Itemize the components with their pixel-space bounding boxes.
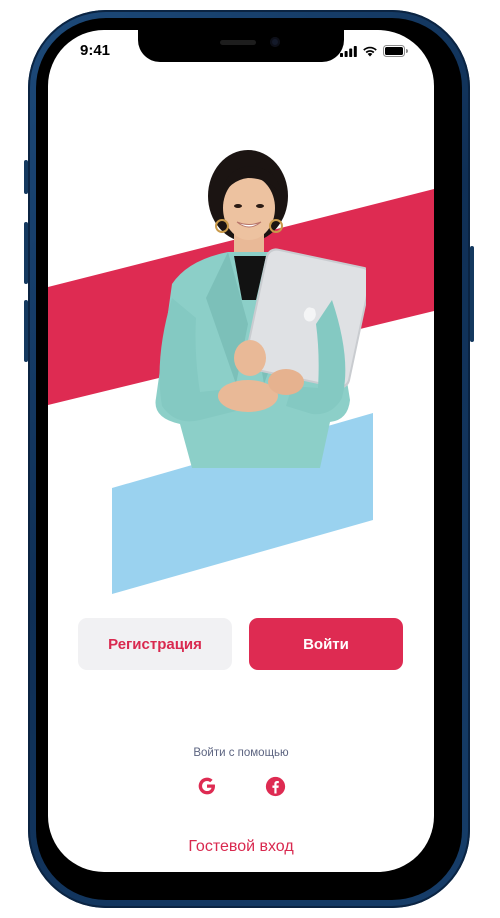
notch [138, 30, 344, 62]
woman-holding-laptop-photo [155, 150, 366, 468]
guest-login-link[interactable]: Гостевой вход [48, 838, 434, 856]
status-icons [340, 45, 408, 57]
google-icon [198, 777, 215, 795]
login-button[interactable]: Войти [249, 618, 403, 670]
mute-side-button [24, 300, 28, 362]
login-with-caption: Войти с помощью [193, 747, 289, 759]
phone-frame: 9:41 Регистрация Войти Войти с помощью Г… [24, 10, 474, 908]
register-button[interactable]: Регистрация [78, 618, 232, 670]
front-camera [270, 37, 280, 47]
google-login-button[interactable] [195, 774, 219, 798]
wifi-icon [363, 46, 377, 57]
app-screen: 9:41 Регистрация Войти Войти с помощью Г… [48, 30, 434, 872]
status-time: 9:41 [80, 42, 111, 59]
earpiece-speaker [220, 40, 256, 45]
facebook-login-button[interactable] [263, 774, 287, 798]
volume-up-side-button [24, 160, 28, 194]
hero-illustration [48, 120, 434, 600]
facebook-icon [265, 776, 285, 796]
volume-down-side-button [24, 222, 28, 284]
cellular-signal-icon [340, 45, 357, 57]
battery-icon [383, 45, 408, 57]
power-side-button [470, 246, 474, 342]
